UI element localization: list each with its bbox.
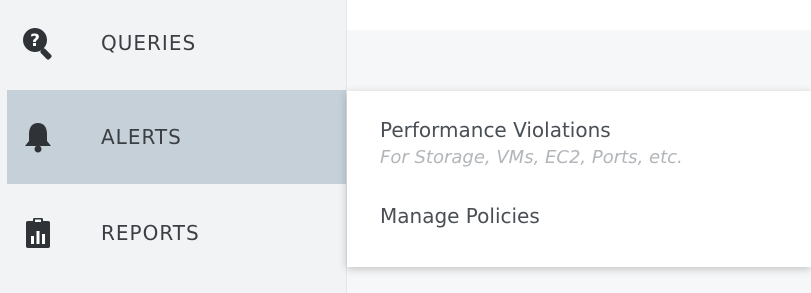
clipboard-chart-icon bbox=[26, 218, 50, 248]
sidebar-item-label: QUERIES bbox=[101, 31, 197, 55]
sidebar-item-alerts[interactable]: ALERTS bbox=[7, 90, 346, 184]
menu-item-label: Manage Policies bbox=[380, 204, 540, 228]
content-header bbox=[347, 0, 811, 30]
sidebar-item-label: REPORTS bbox=[101, 221, 200, 245]
sidebar-item-queries[interactable]: ? QUERIES bbox=[7, 0, 346, 90]
menu-item-performance-violations[interactable]: Performance Violations For Storage, VMs,… bbox=[380, 118, 683, 168]
sidebar-item-label: ALERTS bbox=[101, 125, 182, 149]
app-window: ? QUERIES ALERTS REPORTS Performance Vio… bbox=[0, 0, 811, 293]
svg-text:?: ? bbox=[30, 31, 40, 51]
bell-icon bbox=[25, 123, 51, 153]
menu-item-description: For Storage, VMs, EC2, Ports, etc. bbox=[380, 147, 683, 168]
menu-item-label: Performance Violations bbox=[380, 118, 611, 142]
alerts-flyout-menu: Performance Violations For Storage, VMs,… bbox=[347, 91, 811, 267]
question-search-icon: ? bbox=[23, 28, 52, 60]
sidebar: ? QUERIES ALERTS REPORTS bbox=[0, 0, 347, 293]
sidebar-item-reports[interactable]: REPORTS bbox=[7, 186, 346, 280]
menu-item-manage-policies[interactable]: Manage Policies bbox=[380, 204, 540, 228]
